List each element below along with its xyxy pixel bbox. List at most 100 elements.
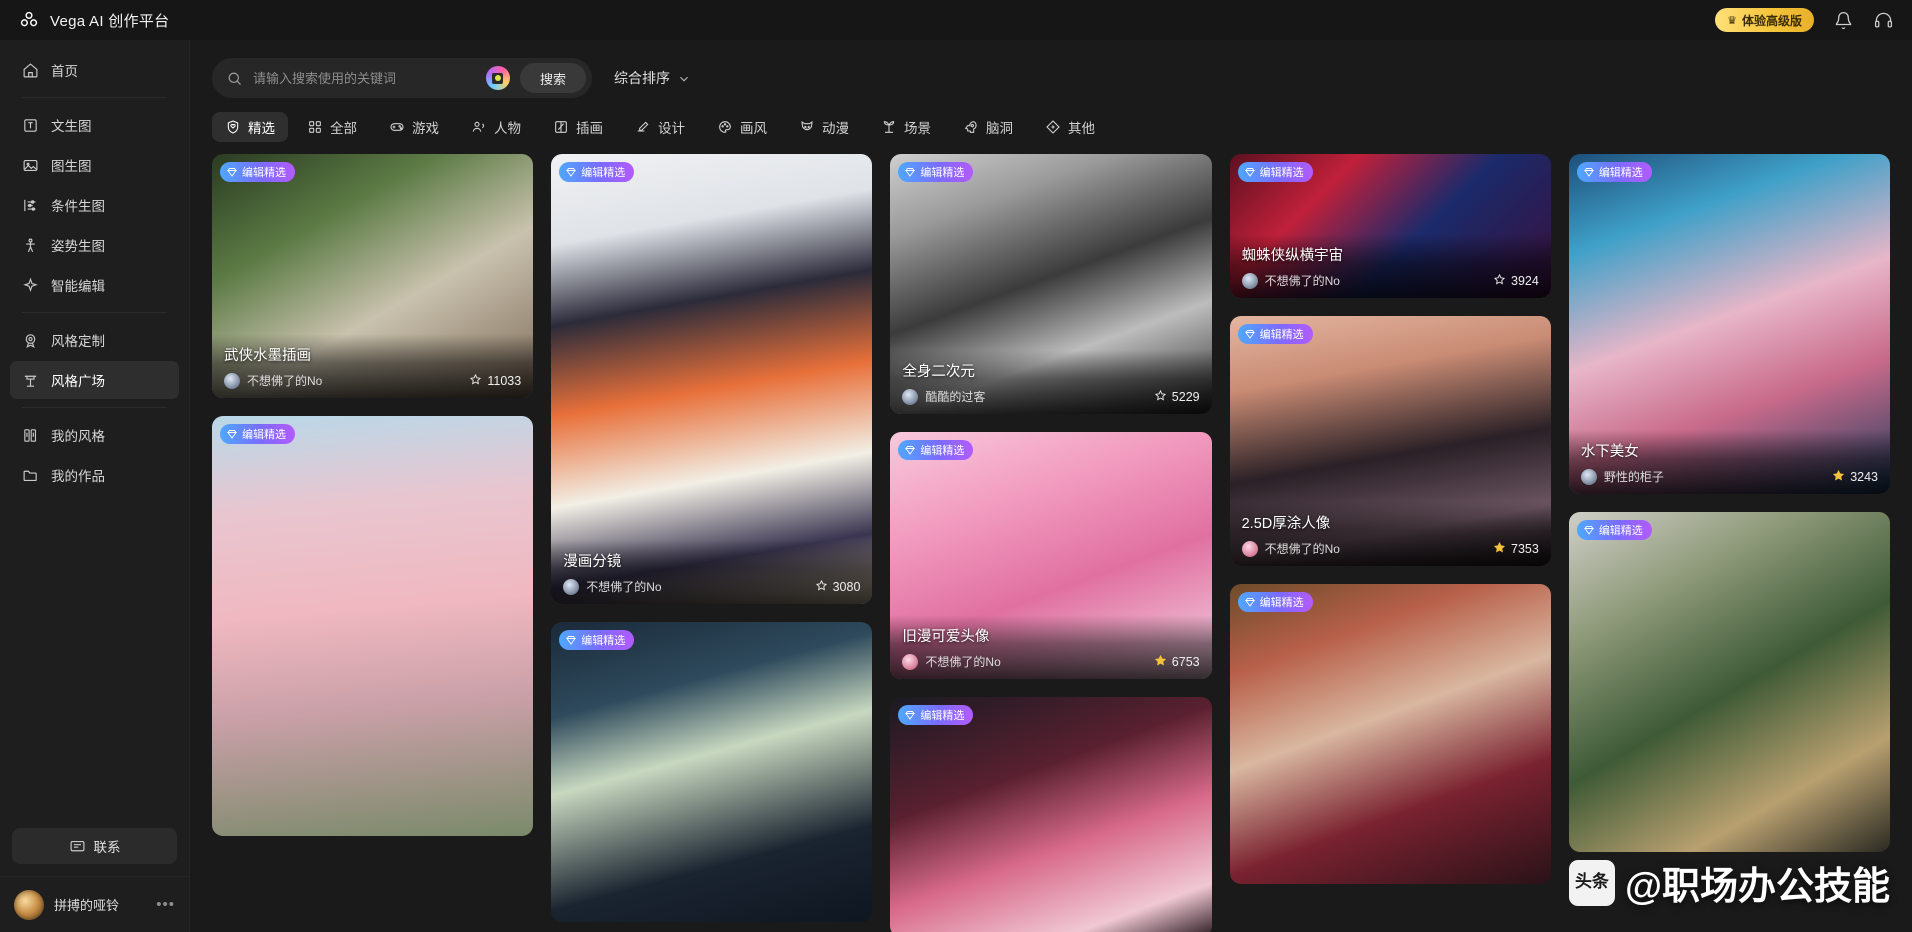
camera-icon[interactable] bbox=[485, 66, 510, 90]
style-card[interactable]: 编辑精选 bbox=[1229, 584, 1551, 884]
tab-dongman[interactable]: 动漫 bbox=[786, 112, 862, 142]
ellipsis-icon[interactable]: ••• bbox=[156, 896, 175, 913]
badge-label: 编辑精选 bbox=[1259, 167, 1304, 179]
tab-changjing[interactable]: 场景 bbox=[868, 112, 944, 142]
editor-pick-badge: 编辑精选 bbox=[559, 162, 635, 182]
toolbar: 搜索 综合排序 bbox=[190, 40, 1912, 98]
card-overlay: 武侠水墨插画 不想佛了的No 11033 bbox=[212, 334, 534, 398]
style-thumbnail bbox=[212, 416, 534, 836]
card-author: 酷酷的过客 bbox=[925, 390, 986, 404]
style-card[interactable]: 编辑精选 武侠水墨插画 不想佛了的No 11033 bbox=[212, 154, 534, 398]
headset-icon[interactable] bbox=[1872, 9, 1894, 31]
tab-naodong[interactable]: 脑洞 bbox=[950, 112, 1026, 142]
star-value: 3243 bbox=[1850, 469, 1879, 484]
sidebar-item-conditional[interactable]: 条件生图 bbox=[10, 186, 179, 224]
search-button[interactable]: 搜索 bbox=[519, 63, 586, 93]
star-value: 11033 bbox=[487, 373, 522, 388]
sidebar-item-style-custom[interactable]: 风格定制 bbox=[10, 321, 179, 359]
style-card[interactable]: 编辑精选 蜘蛛侠纵横宇宙 不想佛了的No 3924 bbox=[1229, 154, 1551, 298]
editor-pick-badge: 编辑精选 bbox=[1576, 162, 1652, 182]
top-bar-actions: ♛ 体验高级版 bbox=[1715, 8, 1894, 32]
badge-label: 编辑精选 bbox=[920, 167, 965, 179]
star-value: 3924 bbox=[1511, 273, 1539, 288]
sort-dropdown[interactable]: 综合排序 bbox=[614, 68, 690, 88]
author-avatar bbox=[1241, 272, 1258, 289]
sidebar-label: 我的作品 bbox=[51, 469, 105, 484]
grid-icon bbox=[307, 119, 323, 135]
badge-label: 编辑精选 bbox=[1259, 329, 1304, 341]
card-star-count: 6753 bbox=[1154, 654, 1200, 670]
style-card[interactable]: 编辑精选 旧漫可爱头像 不想佛了的No 6753 bbox=[890, 432, 1212, 679]
brand-title: Vega AI 创作平台 bbox=[50, 12, 170, 30]
masonry-column: 编辑精选 全身二次元 酷酷的过客 5229 编辑精选 旧漫可爱头像 不想佛了的No 6753 编… bbox=[890, 154, 1212, 932]
sidebar-item-smart-edit[interactable]: 智能编辑 bbox=[10, 266, 179, 304]
badge-label: 编辑精选 bbox=[581, 167, 626, 179]
bell-icon[interactable] bbox=[1832, 9, 1854, 31]
card-meta: 酷酷的过客 5229 bbox=[902, 388, 1200, 405]
sidebar-item-pose[interactable]: 姿势生图 bbox=[10, 226, 179, 264]
card-title: 漫画分镜 bbox=[563, 554, 622, 570]
sidebar-item-image-to-image[interactable]: 图生图 bbox=[10, 146, 179, 184]
card-star-count: 5229 bbox=[1154, 389, 1200, 405]
card-title: 水下美女 bbox=[1580, 444, 1639, 460]
heart-shield-icon bbox=[225, 119, 241, 135]
tab-jingxuan[interactable]: 精选 bbox=[212, 112, 288, 142]
crown-icon: ♛ bbox=[1727, 14, 1737, 27]
masonry-column: 编辑精选 武侠水墨插画 不想佛了的No 11033 编辑精选 bbox=[212, 154, 534, 836]
sidebar-label: 风格广场 bbox=[51, 374, 105, 389]
sidebar-item-my-works[interactable]: 我的作品 bbox=[10, 456, 179, 494]
masonry-grid: 编辑精选 武侠水墨插画 不想佛了的No 11033 编辑精选 编辑精选 漫画分镜 不想佛了的N… bbox=[212, 154, 1891, 932]
avatar bbox=[14, 889, 44, 920]
style-card[interactable]: 编辑精选水下美女野性的柜子 3243 bbox=[1568, 154, 1891, 494]
chevron-down-icon bbox=[678, 72, 690, 84]
tab-quanbu[interactable]: 全部 bbox=[294, 112, 370, 142]
style-gallery: 编辑精选 武侠水墨插画 不想佛了的No 11033 编辑精选 编辑精选 漫画分镜 不想佛了的N… bbox=[190, 154, 1912, 932]
card-star-count: 11033 bbox=[469, 373, 521, 389]
tab-qita[interactable]: 其他 bbox=[1032, 112, 1108, 142]
sidebar-item-home[interactable]: 首页 bbox=[10, 51, 179, 89]
style-card[interactable]: 编辑精选 bbox=[890, 697, 1212, 932]
editor-pick-badge: 编辑精选 bbox=[898, 162, 974, 182]
tab-huafeng[interactable]: 画风 bbox=[704, 112, 780, 142]
plaza-icon bbox=[22, 372, 39, 389]
card-author: 不想佛了的No bbox=[1264, 274, 1340, 288]
contact-button[interactable]: 联系 bbox=[12, 828, 177, 864]
tab-youxi[interactable]: 游戏 bbox=[376, 112, 452, 142]
tab-label: 其他 bbox=[1068, 121, 1095, 136]
tab-label: 设计 bbox=[658, 121, 685, 136]
style-card[interactable]: 编辑精选 bbox=[551, 622, 873, 922]
search-box[interactable]: 搜索 bbox=[212, 58, 592, 98]
sidebar-item-text-to-image[interactable]: 文生图 bbox=[10, 106, 179, 144]
card-star-count: 3243 bbox=[1832, 469, 1878, 485]
tab-renwu[interactable]: 人物 bbox=[458, 112, 534, 142]
star-icon bbox=[1154, 389, 1167, 405]
style-card[interactable]: 编辑精选 全身二次元 酷酷的过客 5229 bbox=[890, 154, 1212, 414]
style-card[interactable]: 编辑精选 2.5D厚涂人像 不想佛了的No 7353 bbox=[1229, 316, 1551, 566]
tab-label: 场景 bbox=[904, 121, 931, 136]
premium-button[interactable]: ♛ 体验高级版 bbox=[1715, 8, 1814, 32]
contact-label: 联系 bbox=[93, 840, 121, 855]
card-author: 不想佛了的No bbox=[586, 580, 662, 594]
card-star-count: 3924 bbox=[1493, 273, 1539, 289]
style-card[interactable]: 编辑精选 漫画分镜 不想佛了的No 3080 bbox=[551, 154, 873, 604]
card-author: 野性的柜子 bbox=[1603, 470, 1664, 484]
card-meta: 不想佛了的No 11033 bbox=[224, 372, 521, 389]
search-input[interactable] bbox=[253, 70, 476, 86]
tab-chahua[interactable]: 插画 bbox=[540, 112, 616, 142]
tab-sheji[interactable]: 设计 bbox=[622, 112, 698, 142]
sparkle-icon bbox=[22, 277, 39, 294]
sidebar-item-style-plaza[interactable]: 风格广场 bbox=[10, 361, 179, 399]
sidebar-item-my-styles[interactable]: 我的风格 bbox=[10, 416, 179, 454]
author-avatar bbox=[1241, 540, 1258, 557]
card-author: 不想佛了的No bbox=[1264, 542, 1340, 556]
style-card[interactable]: 编辑精选 bbox=[212, 416, 534, 836]
sidebar-label: 图生图 bbox=[51, 159, 92, 174]
card-title: 2.5D厚涂人像 bbox=[1241, 516, 1331, 532]
author-avatar bbox=[902, 653, 919, 670]
author-avatar bbox=[902, 388, 919, 405]
style-card[interactable]: 编辑精选 bbox=[1568, 512, 1891, 852]
user-profile[interactable]: 拼搏的哑铃 ••• bbox=[0, 876, 189, 932]
brand-logo[interactable]: Vega AI 创作平台 bbox=[18, 9, 169, 31]
editor-pick-badge: 编辑精选 bbox=[559, 630, 635, 650]
card-meta: 不想佛了的No 6753 bbox=[902, 653, 1200, 670]
